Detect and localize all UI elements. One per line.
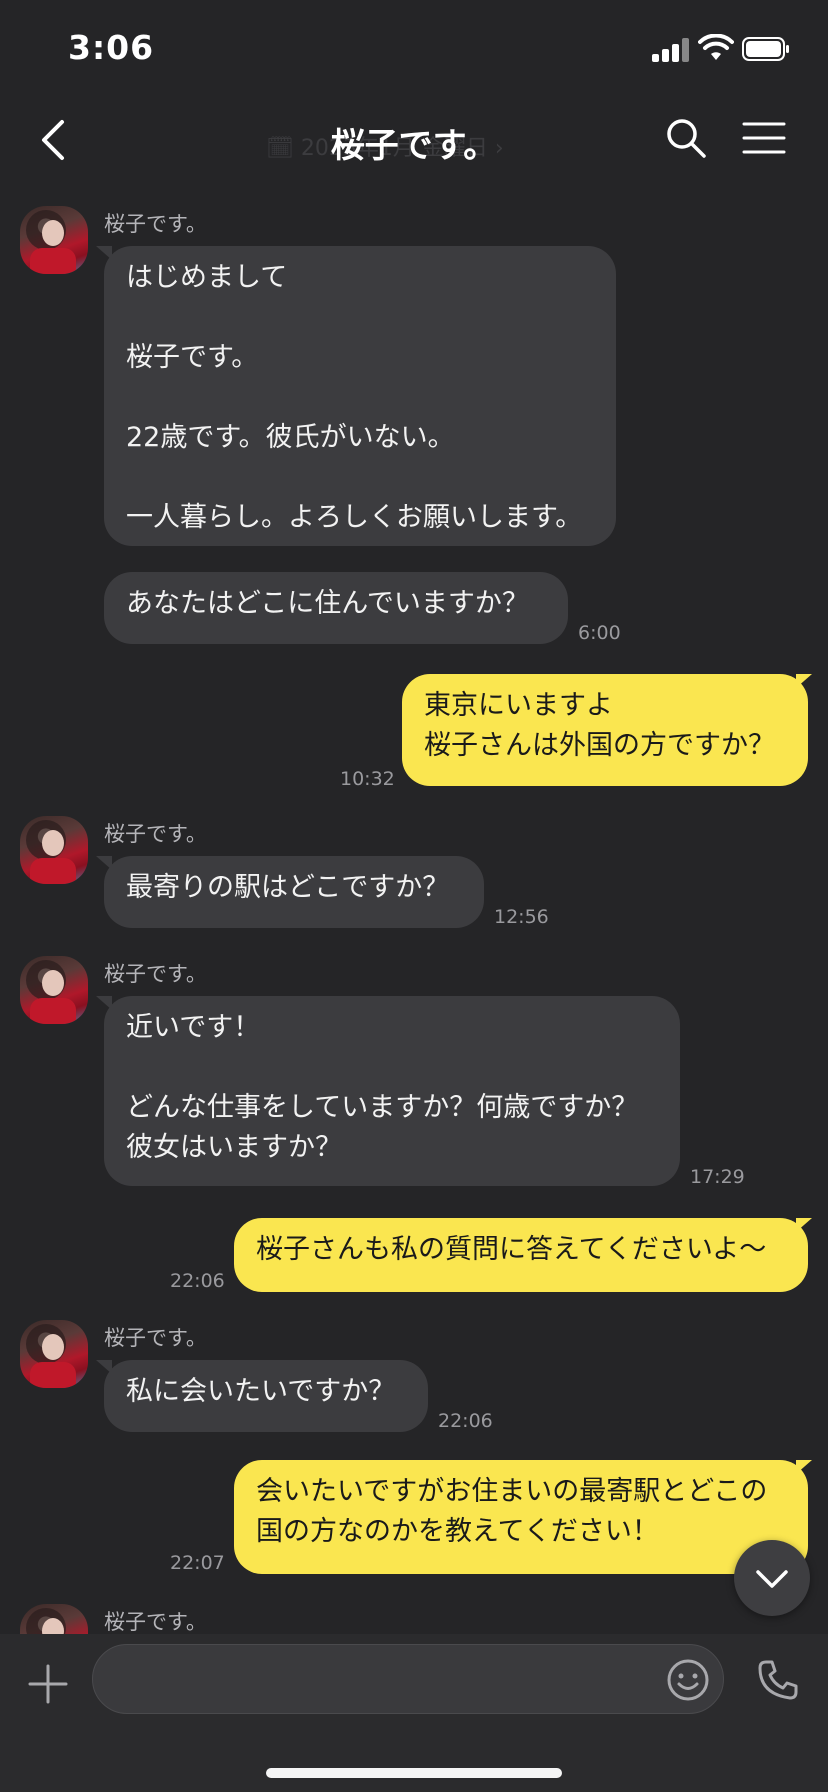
message-bubble-outgoing[interactable]: 東京にいますよ 桜子さんは外国の方ですか？ [402, 674, 808, 786]
status-time: 3:06 [68, 28, 155, 67]
message-time: 10:32 [340, 768, 395, 790]
message-bubble-outgoing[interactable]: 会いたいですがお住まいの最寄駅とどこの 国の方なのかを教えてください！ [234, 1460, 808, 1574]
message-bubble-incoming[interactable]: あなたはどこに住んでいますか？ [104, 572, 568, 644]
message-bubble-outgoing[interactable]: 桜子さんも私の質問に答えてくださいよ〜 [234, 1218, 808, 1292]
battery-icon [742, 37, 789, 61]
phone-icon[interactable] [756, 1658, 800, 1702]
sender-name: 桜子です。 [104, 962, 207, 986]
message-bubble-incoming[interactable]: 私に会いたいですか？ [104, 1360, 428, 1432]
message-time: 6:00 [578, 622, 621, 644]
sender-avatar[interactable] [20, 816, 88, 884]
message-time: 17:29 [690, 1166, 745, 1188]
message-bubble-incoming[interactable]: 最寄りの駅はどこですか？ [104, 856, 484, 928]
message-time: 22:06 [170, 1270, 225, 1292]
message-list[interactable]: 桜子です。 はじめまして 桜子です。 22歳です。彼氏がいない。 一人暮らし。よ… [0, 188, 828, 1634]
message-input-bar [0, 1634, 828, 1792]
sender-avatar[interactable] [20, 1320, 88, 1388]
menu-icon[interactable] [742, 118, 786, 158]
sender-name: 桜子です。 [104, 1326, 207, 1350]
sender-name: 桜子です。 [104, 822, 207, 846]
message-bubble-incoming[interactable]: はじめまして 桜子です。 22歳です。彼氏がいない。 一人暮らし。よろしくお願い… [104, 246, 616, 546]
home-indicator [266, 1768, 562, 1778]
status-bar: 3:06 [0, 0, 828, 96]
message-time: 12:56 [494, 906, 549, 928]
sender-name: 桜子です。 [104, 1610, 207, 1634]
sender-name: 桜子です。 [104, 212, 207, 236]
sender-avatar[interactable] [20, 1604, 88, 1634]
chat-header: 🗓 2023年1月 金曜日 › 桜子です。 [0, 96, 828, 188]
chevron-down-icon [756, 1570, 788, 1588]
sender-avatar[interactable] [20, 206, 88, 274]
message-time: 22:06 [438, 1410, 493, 1432]
cellular-signal-icon [652, 38, 692, 62]
message-bubble-incoming[interactable]: 近いです！ どんな仕事をしていますか？何歳ですか？ 彼女はいますか？ [104, 996, 680, 1186]
wifi-icon [698, 34, 734, 60]
message-input[interactable] [92, 1644, 724, 1714]
search-icon[interactable] [664, 116, 708, 160]
scroll-to-bottom-button[interactable] [734, 1540, 810, 1616]
emoji-icon[interactable] [666, 1658, 710, 1702]
plus-icon[interactable] [28, 1664, 68, 1704]
message-time: 22:07 [170, 1552, 225, 1574]
sender-avatar[interactable] [20, 956, 88, 1024]
